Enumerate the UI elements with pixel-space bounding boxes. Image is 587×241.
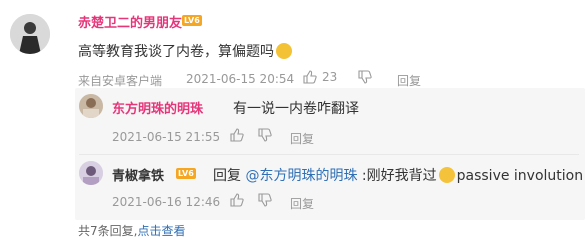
level-badge: LV6 — [182, 15, 202, 26]
like-button[interactable]: 23 — [303, 70, 337, 84]
reply-2-text-row: 回复 @东方明珠的明珠 :刚好我背过 passive involution — [213, 165, 583, 185]
reply-2-text-before: :刚好我背过 — [357, 168, 437, 184]
like-count: 23 — [322, 70, 338, 84]
emoji-icon — [438, 167, 455, 183]
reply-2-dislike-button[interactable] — [258, 193, 272, 207]
like-icon — [230, 128, 244, 142]
reply-2-username[interactable]: 青椒拿铁 — [112, 165, 164, 184]
reply-1-time: 2021-06-15 21:55 — [112, 130, 221, 144]
dislike-icon — [358, 70, 372, 84]
emoji-icon — [276, 43, 292, 59]
avatar-main[interactable] — [10, 14, 50, 54]
comment-source: 来自安卓客户端 — [78, 74, 163, 88]
reply-2-like-button[interactable] — [230, 193, 244, 207]
dislike-icon — [258, 128, 272, 142]
reply-2-reply-button[interactable]: 回复 — [290, 195, 314, 212]
reply-2-prefix: 回复 — [213, 168, 246, 184]
reply-2-mention[interactable]: @东方明珠的明珠 — [245, 168, 357, 184]
reply-divider — [79, 154, 579, 155]
comment-time: 2021-06-15 20:54 — [186, 72, 295, 86]
comment-text-row: 高等教育我谈了内卷，算偏题吗 — [78, 41, 294, 61]
comment-text: 高等教育我谈了内卷，算偏题吗 — [78, 44, 274, 60]
reply-button[interactable]: 回复 — [397, 72, 421, 89]
reply-2-time: 2021-06-16 12:46 — [112, 195, 221, 209]
dislike-button[interactable] — [358, 70, 372, 84]
like-icon — [230, 193, 244, 207]
reply-count: 共7条回复, — [78, 224, 138, 238]
dislike-icon — [258, 193, 272, 207]
reply-1-reply-button[interactable]: 回复 — [290, 130, 314, 147]
reply-1-username[interactable]: 东方明珠的明珠 — [112, 98, 203, 117]
reply-2-level-badge: LV6 — [176, 168, 196, 179]
avatar-reply-2[interactable] — [79, 161, 103, 185]
comment-username[interactable]: 赤楚卫二的男朋友 — [78, 12, 182, 31]
like-icon — [303, 70, 317, 84]
reply-1-dislike-button[interactable] — [258, 128, 272, 142]
expand-replies-link[interactable]: 点击查看 — [137, 224, 185, 238]
reply-footer: 共7条回复,点击查看 — [78, 222, 185, 239]
reply-2-text-after: passive involution — [456, 168, 584, 184]
reply-1-like-button[interactable] — [230, 128, 244, 142]
reply-1-text: 有一说一内卷咋翻译 — [233, 101, 359, 117]
avatar-reply-1[interactable] — [79, 94, 103, 118]
